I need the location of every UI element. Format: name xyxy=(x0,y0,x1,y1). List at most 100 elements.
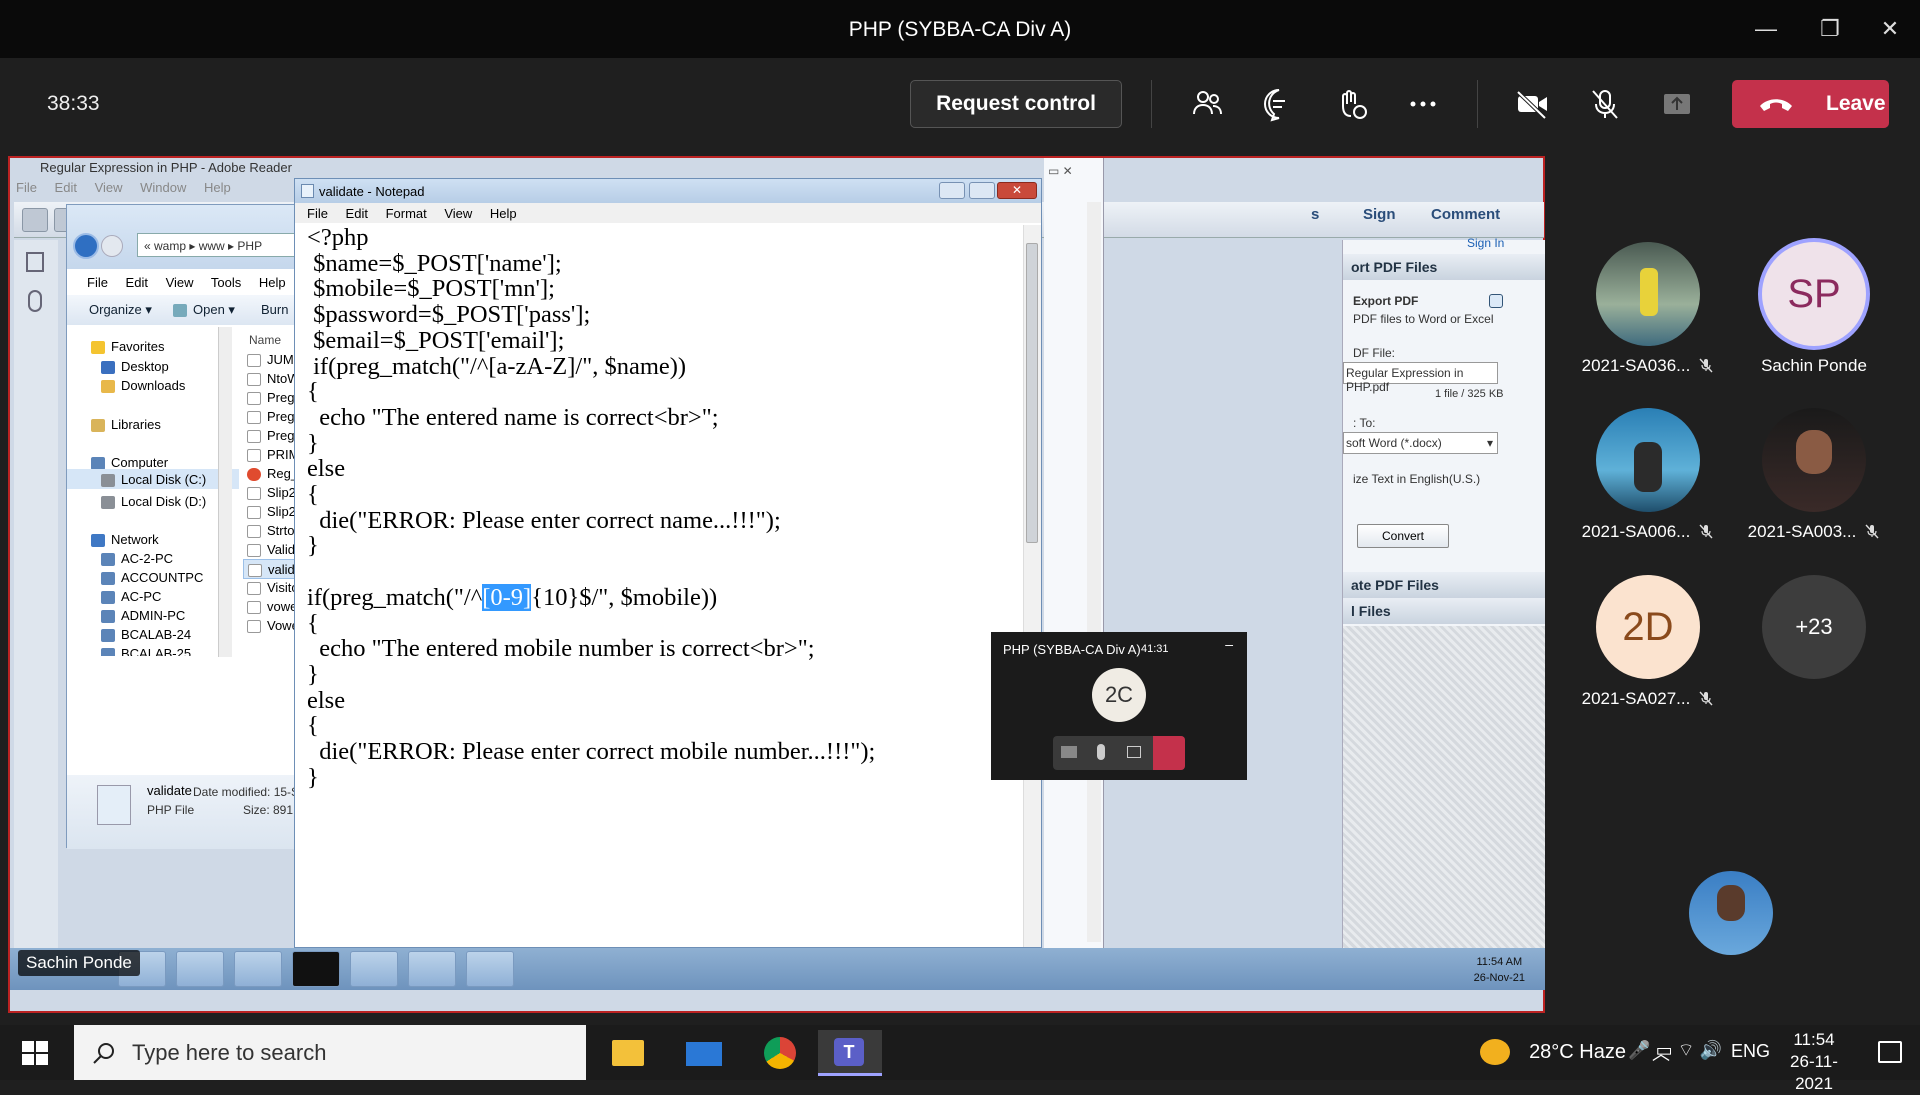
name-column-header[interactable]: Name xyxy=(249,333,281,347)
nav-libraries[interactable]: Libraries xyxy=(91,417,161,433)
nav-pc[interactable]: BCALAB-24 xyxy=(101,627,192,643)
self-video-preview[interactable] xyxy=(1689,871,1773,955)
more-options-icon[interactable] xyxy=(1403,84,1443,124)
teams-icon[interactable]: T xyxy=(818,1030,882,1076)
hang-up-icon xyxy=(1760,99,1792,111)
forward-arrow-icon[interactable] xyxy=(101,235,123,257)
file-item[interactable]: PRIM xyxy=(247,447,300,463)
nav-local-disk-d[interactable]: Local Disk (D:) xyxy=(101,494,206,510)
file-item[interactable]: NtoW xyxy=(247,371,300,387)
mini-mic-icon[interactable] xyxy=(1097,744,1105,760)
leave-button[interactable]: Leave xyxy=(1732,80,1889,128)
remote-time: 11:54 AM xyxy=(1476,956,1523,968)
maximize-button[interactable]: ❐ xyxy=(1808,10,1852,48)
file-item[interactable]: vowe xyxy=(247,599,297,615)
files-header[interactable]: l Files xyxy=(1343,598,1545,624)
open-button[interactable]: Open ▾ xyxy=(173,302,235,318)
teams-task-icon[interactable] xyxy=(350,951,398,987)
taskbar-clock[interactable]: 11:54 26-11-2021 xyxy=(1774,1029,1854,1095)
export-header[interactable]: ort PDF Files xyxy=(1343,254,1545,280)
participant-tile[interactable]: SP Sachin Ponde xyxy=(1744,242,1884,375)
notepad-task-icon[interactable] xyxy=(466,951,514,987)
nav-pc[interactable]: ADMIN-PC xyxy=(101,608,185,624)
drive-icon xyxy=(101,496,115,510)
notifications-icon[interactable] xyxy=(1878,1041,1902,1063)
nav-favorites[interactable]: Favorites xyxy=(91,339,164,355)
windows-start-icon[interactable] xyxy=(22,1041,48,1065)
organize-button[interactable]: Organize ▾ xyxy=(89,302,152,318)
acrobat-task-icon[interactable] xyxy=(408,951,456,987)
sign-tab[interactable]: Sign xyxy=(1363,206,1396,223)
notepad-scrollbar[interactable] xyxy=(1023,225,1041,947)
burn-button[interactable]: Burn xyxy=(261,302,288,317)
tools-tab-fragment[interactable]: s xyxy=(1311,206,1319,223)
nav-network[interactable]: Network xyxy=(91,532,159,548)
comment-tab[interactable]: Comment xyxy=(1431,206,1500,223)
file-icon xyxy=(247,601,261,615)
scroll-thumb[interactable] xyxy=(1026,243,1038,543)
format-select[interactable]: soft Word (*.docx) ▾ xyxy=(1343,432,1498,454)
back-arrow-icon[interactable] xyxy=(73,233,99,259)
request-control-button[interactable]: Request control xyxy=(910,80,1122,128)
nav-scrollbar[interactable] xyxy=(218,327,232,657)
mini-hangup-button[interactable] xyxy=(1153,736,1185,770)
file-explorer-icon[interactable] xyxy=(596,1030,660,1076)
strip-buttons[interactable]: ▭ ✕ xyxy=(1048,164,1073,178)
sql-task-icon[interactable] xyxy=(176,951,224,987)
chrome-icon[interactable] xyxy=(748,1030,812,1076)
notepad-maximize-button[interactable] xyxy=(969,182,995,199)
camera-off-icon[interactable] xyxy=(1512,84,1552,124)
file-name-field[interactable]: Regular Expression in PHP.pdf xyxy=(1343,362,1498,394)
file-item[interactable]: Strto xyxy=(247,523,294,539)
mic-off-icon[interactable] xyxy=(1585,84,1625,124)
mini-minimize-button[interactable]: – xyxy=(1225,636,1233,652)
more-participants-tile[interactable]: +23 xyxy=(1744,575,1884,679)
mail-icon[interactable] xyxy=(672,1030,736,1076)
nav-downloads[interactable]: Downloads xyxy=(101,378,186,394)
pages-icon[interactable] xyxy=(26,252,44,272)
tray-icons[interactable]: 🎤 ▭ ⌔ 🔊 xyxy=(1628,1039,1722,1062)
nav-local-disk-c[interactable]: Local Disk (C:) xyxy=(67,469,239,489)
nav-pc[interactable]: BCALAB-25 xyxy=(101,646,191,656)
file-item[interactable]: Reg_ xyxy=(247,466,298,482)
weather-text[interactable]: 28°C Haze xyxy=(1529,1041,1626,1064)
file-item[interactable]: Vowe xyxy=(247,618,299,634)
participant-tile[interactable]: 2021-SA003... xyxy=(1744,408,1884,541)
chat-icon[interactable] xyxy=(1259,84,1299,124)
create-pdf-header[interactable]: ate PDF Files xyxy=(1343,572,1545,598)
participants-icon[interactable] xyxy=(1187,84,1227,124)
strip-scrollbar[interactable] xyxy=(1087,202,1101,942)
share-tray-icon[interactable] xyxy=(1657,84,1697,124)
sign-in-link[interactable]: Sign In xyxy=(1467,236,1504,250)
code-editor[interactable]: <?php $name=$_POST['name']; $mobile=$_PO… xyxy=(307,225,1007,945)
language-indicator[interactable]: ENG xyxy=(1731,1041,1770,1062)
file-item[interactable]: Valid xyxy=(247,542,295,558)
nav-label: Downloads xyxy=(121,378,186,393)
file-item[interactable]: Visito xyxy=(247,580,299,596)
participant-tile[interactable]: 2D 2021-SA027... xyxy=(1578,575,1718,708)
create-icon[interactable] xyxy=(22,208,48,232)
nav-pc[interactable]: ACCOUNTPC xyxy=(101,570,203,586)
convert-button[interactable]: Convert xyxy=(1357,524,1449,548)
participant-tile[interactable]: 2021-SA036... xyxy=(1578,242,1718,375)
remote-clock: 11:54 AM 26-Nov-21 xyxy=(1474,954,1525,986)
mini-camera-icon[interactable] xyxy=(1061,746,1077,758)
title-bar: PHP (SYBBA-CA Div A) — ❐ ✕ xyxy=(0,0,1920,58)
nav-pc[interactable]: AC-PC xyxy=(101,589,161,605)
remote-taskbar: 11:54 AM 26-Nov-21 xyxy=(10,948,1545,990)
taskbar-search[interactable]: Type here to search xyxy=(74,1025,586,1080)
cmd-task-icon[interactable] xyxy=(292,951,340,987)
close-button[interactable]: ✕ xyxy=(1868,10,1912,48)
minimize-button[interactable]: — xyxy=(1744,10,1788,48)
participant-tile[interactable]: 2021-SA006... xyxy=(1578,408,1718,541)
folder-task-icon[interactable] xyxy=(234,951,282,987)
reactions-icon[interactable] xyxy=(1331,84,1371,124)
nav-desktop[interactable]: Desktop xyxy=(101,359,169,375)
notepad-minimize-button[interactable] xyxy=(939,182,965,199)
mini-share-icon[interactable] xyxy=(1127,746,1141,758)
nav-label: BCALAB-24 xyxy=(121,627,192,642)
nav-computer[interactable]: Computer xyxy=(91,455,168,471)
notepad-close-button[interactable]: ✕ xyxy=(997,182,1037,199)
nav-pc[interactable]: AC-2-PC xyxy=(101,551,173,567)
attachment-icon[interactable] xyxy=(28,290,42,312)
